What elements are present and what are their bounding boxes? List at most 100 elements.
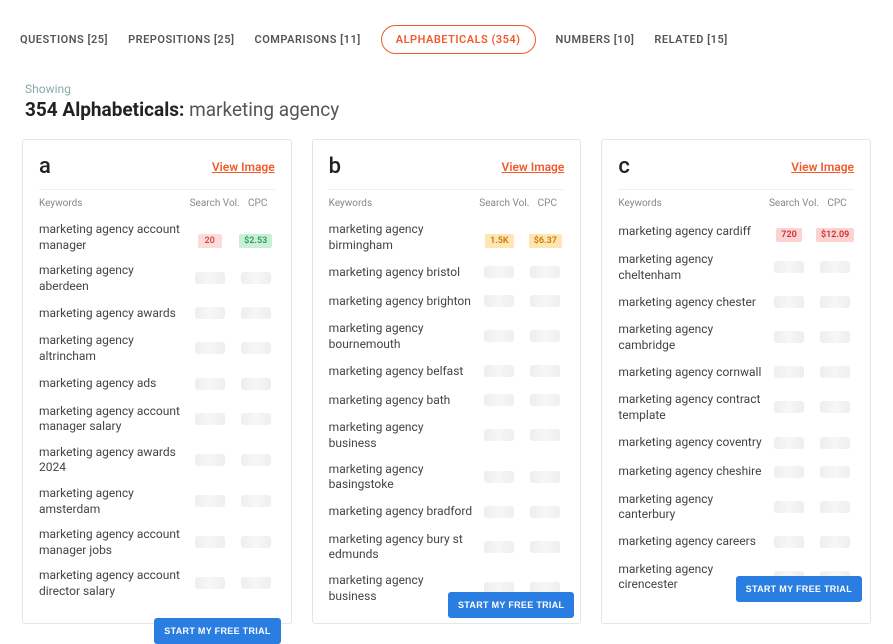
keyword-text: marketing agency account manager salary (39, 404, 189, 435)
cpc-blurred (530, 471, 560, 483)
keyword-text: marketing agency account director salary (39, 568, 189, 599)
cpc-cell (526, 327, 564, 346)
cpc-blurred (820, 536, 850, 548)
tab-related[interactable]: RELATED [15] (654, 33, 727, 46)
keyword-text: marketing agency business (329, 420, 479, 451)
search-vol-blurred (774, 401, 804, 413)
start-trial-button[interactable]: START MY FREE TRIAL (448, 592, 574, 618)
tab-numbers[interactable]: NUMBERS [10] (556, 33, 635, 46)
keyword-row: marketing agency awards (39, 299, 275, 328)
search-vol-blurred (195, 454, 225, 466)
keyword-row: marketing agency contract template (618, 387, 854, 428)
keyword-text: marketing agency awards (39, 306, 189, 322)
view-image-link[interactable]: View Image (502, 160, 565, 174)
cpc-blurred (241, 454, 271, 466)
search-vol-cell (189, 492, 231, 511)
keyword-text: marketing agency canterbury (618, 492, 768, 523)
col-search-vol: Search Vol. (189, 198, 241, 209)
keyword-row: marketing agency ads (39, 370, 275, 399)
search-vol-badge: 1.5K (485, 234, 514, 248)
tab-comparisons[interactable]: COMPARISONS [11] (255, 33, 361, 46)
keyword-row: marketing agency bradford (329, 498, 565, 527)
search-vol-blurred (484, 429, 514, 441)
search-vol-cell (189, 304, 231, 323)
cpc-cell (237, 492, 275, 511)
cpc-cell (526, 538, 564, 557)
keyword-text: marketing agency bournemouth (329, 321, 479, 352)
tab-alphabeticals[interactable]: ALPHABETICALS (354) (381, 25, 536, 54)
cpc-cell (816, 398, 854, 417)
keyword-text: marketing agency ads (39, 376, 189, 392)
cards-row: a View Image KeywordsSearch Vol.CPC marketi… (0, 139, 893, 624)
search-vol-cell (189, 574, 231, 593)
keyword-text: marketing agency bradford (329, 504, 479, 520)
cpc-blurred (820, 466, 850, 478)
keyword-row: marketing agency account director salary (39, 563, 275, 604)
cpc-cell: $6.37 (526, 228, 564, 248)
cpc-badge: $2.53 (239, 234, 272, 248)
cpc-blurred (241, 342, 271, 354)
keyword-text: marketing agency bury st edmunds (329, 532, 479, 563)
keyword-row: marketing agency business (329, 415, 565, 456)
search-vol-cell (768, 463, 810, 482)
keyword-row: marketing agency brighton (329, 287, 565, 316)
keyword-text: marketing agency bath (329, 393, 479, 409)
col-keywords: Keywords (39, 198, 189, 209)
cpc-cell (816, 328, 854, 347)
keyword-text: marketing agency cheltenham (618, 252, 768, 283)
col-search-vol: Search Vol. (768, 198, 820, 209)
cpc-cell (816, 498, 854, 517)
keyword-text: marketing agency amsterdam (39, 486, 189, 517)
search-vol-cell (189, 339, 231, 358)
keyword-row: marketing agency basingstoke (329, 457, 565, 498)
search-vol-cell (478, 503, 520, 522)
keyword-row: marketing agency account manager salary (39, 399, 275, 440)
col-keywords: Keywords (618, 198, 768, 209)
search-vol-badge: 720 (776, 228, 801, 242)
keyword-text: marketing agency coventry (618, 435, 768, 451)
view-image-link[interactable]: View Image (791, 160, 854, 174)
tab-questions[interactable]: QUESTIONS [25] (20, 33, 108, 46)
keyword-text: marketing agency aberdeen (39, 263, 189, 294)
start-trial-button[interactable]: START MY FREE TRIAL (154, 618, 280, 644)
search-vol-blurred (195, 413, 225, 425)
cpc-cell (816, 463, 854, 482)
search-vol-cell (189, 451, 231, 470)
keyword-row: marketing agency aberdeen (39, 258, 275, 299)
search-vol-blurred (484, 266, 514, 278)
search-vol-cell (768, 434, 810, 453)
search-vol-cell: 20 (189, 228, 231, 248)
search-vol-blurred (484, 330, 514, 342)
cpc-cell (526, 503, 564, 522)
search-vol-blurred (484, 541, 514, 553)
cpc-blurred (530, 295, 560, 307)
cpc-cell (526, 292, 564, 311)
start-trial-button[interactable]: START MY FREE TRIAL (736, 576, 862, 602)
title-bold: 354 Alphabeticals: (25, 98, 184, 121)
keyword-row: marketing agency amsterdam (39, 481, 275, 522)
keyword-text: marketing agency basingstoke (329, 462, 479, 493)
search-vol-cell (768, 328, 810, 347)
card-letter: a (39, 154, 51, 179)
search-vol-badge: 20 (198, 234, 222, 248)
tab-prepositions[interactable]: PREPOSITIONS [25] (128, 33, 234, 46)
search-vol-cell (768, 293, 810, 312)
cpc-blurred (241, 536, 271, 548)
card-head: b View Image (329, 154, 565, 190)
search-vol-cell (189, 269, 231, 288)
cpc-cell: $12.09 (816, 222, 854, 242)
cpc-cell (237, 574, 275, 593)
keyword-row: marketing agency bath (329, 386, 565, 415)
column-headers: KeywordsSearch Vol.CPC (329, 198, 565, 209)
view-image-link[interactable]: View Image (212, 160, 275, 174)
card-a: aView ImageKeywordsSearch Vol.CPCmarketi… (22, 139, 292, 624)
cpc-cell (526, 391, 564, 410)
keyword-text: marketing agency account manager (39, 222, 189, 253)
search-vol-blurred (484, 506, 514, 518)
cpc-badge: $12.09 (816, 228, 854, 242)
cpc-blurred (241, 577, 271, 589)
card-letter: b (329, 154, 341, 179)
keyword-row: marketing agency careers (618, 528, 854, 557)
search-vol-blurred (484, 471, 514, 483)
cpc-cell (237, 410, 275, 429)
